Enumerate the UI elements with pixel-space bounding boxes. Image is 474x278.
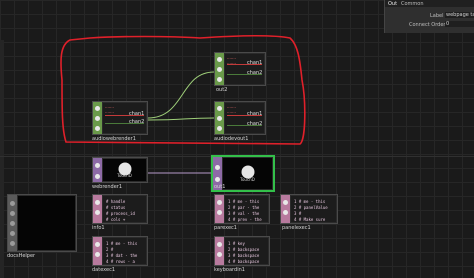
logo-text: TouchD — [240, 177, 255, 183]
dat-contents: 1 # key 2 # backspace 3 # backspace 4 # … — [228, 241, 260, 264]
dat-contents: 1 # me - this 2 # panelValue 3 # 4 # Mak… — [294, 199, 328, 222]
node-audiowebrender1[interactable]: ······· ······· chan1 chan2 — [92, 101, 148, 135]
comp-viewer — [18, 196, 75, 250]
dat-contents: 1 # me - this 2 # 3 # dat - the 4 # rows… — [106, 241, 138, 264]
node-rail — [93, 158, 102, 182]
chop-viewer: ·············· chan1 chan2 — [103, 103, 146, 133]
node-parexec1[interactable]: 1 # me - this 2 # par - the 3 # val - th… — [214, 194, 270, 224]
left-pane-edge — [0, 40, 4, 278]
dat-viewer: 1 # me - this 2 # par - the 3 # val - th… — [225, 196, 268, 222]
node-panelexec1[interactable]: 1 # me - this 2 # panelValue 3 # 4 # Mak… — [280, 194, 338, 224]
node-label-parexec1[interactable]: parexec1 — [214, 225, 237, 231]
dat-contents: 1 # me - this 2 # par - the 3 # val - th… — [228, 199, 262, 222]
node-rail — [281, 195, 290, 223]
tab-common[interactable]: Common — [401, 1, 424, 7]
node-audiodevout1[interactable]: ······· ······· chan1 chan2 — [214, 101, 266, 135]
dat-contents: # handle # status # process_id # cols + — [106, 199, 135, 222]
logo-text: TouchD — [117, 172, 132, 178]
node-info1[interactable]: # handle # status # process_id # cols + — [92, 194, 148, 224]
top-viewer: TouchD — [103, 159, 146, 181]
chop-viewer: ·············· chan1 chan2 — [225, 54, 264, 84]
node-label-keyboardin1[interactable]: keyboardin1 — [214, 267, 245, 273]
node-datexec1[interactable]: 1 # me - this 2 # 3 # dat - the 4 # rows… — [92, 236, 148, 266]
channel-label-2: chan2 — [247, 121, 263, 127]
node-rail — [215, 237, 224, 265]
parameter-panel: Out Common Label webpage ta Connect Orde… — [384, 0, 474, 33]
param-label-name: Label — [430, 13, 444, 19]
node-webrender1[interactable]: TouchD — [92, 157, 148, 183]
node-label-audiowebrender1[interactable]: audiowebrender1 — [92, 136, 136, 142]
chop-viewer: ·············· chan1 chan2 — [225, 103, 264, 133]
node-label-out1[interactable]: out1 — [214, 184, 225, 190]
connect-order-field[interactable]: 0 — [445, 21, 474, 27]
node-label-datexec1[interactable]: datexec1 — [92, 267, 115, 273]
node-rail — [215, 102, 224, 134]
node-rail — [93, 102, 102, 134]
node-rail — [8, 195, 17, 251]
parameter-tabs: Out Common — [385, 0, 474, 7]
node-docshelper[interactable] — [7, 194, 77, 252]
node-rail — [93, 237, 102, 265]
node-rail — [215, 195, 224, 223]
node-label-out2[interactable]: out2 — [216, 87, 227, 93]
node-rail — [93, 195, 102, 223]
dat-viewer: 1 # me - this 2 # panelValue 3 # 4 # Mak… — [291, 196, 336, 222]
label-field[interactable]: webpage ta — [445, 12, 474, 18]
dat-viewer: 1 # me - this 2 # 3 # dat - the 4 # rows… — [103, 238, 146, 264]
channel-label-2: chan2 — [129, 119, 145, 125]
channel-label-1: chan1 — [129, 111, 145, 117]
node-rail — [215, 53, 224, 85]
node-label-info1[interactable]: info1 — [92, 225, 105, 231]
node-out2[interactable]: ·············· chan1 chan2 — [214, 52, 266, 86]
node-label-webrender1[interactable]: webrender1 — [92, 184, 122, 190]
node-keyboardin1[interactable]: 1 # key 2 # backspace 3 # backspace 4 # … — [214, 236, 270, 266]
tab-out[interactable]: Out — [388, 1, 397, 7]
dat-viewer: # handle # status # process_id # cols + — [103, 196, 146, 222]
dat-viewer: 1 # key 2 # backspace 3 # backspace 4 # … — [225, 238, 268, 264]
node-label-docshelper[interactable]: docsHelper — [7, 253, 35, 259]
param-connect-order-name: Connect Order — [409, 22, 446, 28]
node-label-panelexec1[interactable]: panelexec1 — [282, 225, 311, 231]
channel-label-1: chan1 — [247, 111, 263, 117]
channel-label-2: chan2 — [247, 70, 263, 76]
channel-label-1: chan1 — [247, 60, 263, 66]
node-label-audiodevout1[interactable]: audiodevout1 — [214, 136, 248, 142]
top-viewer: TouchD — [223, 158, 272, 189]
